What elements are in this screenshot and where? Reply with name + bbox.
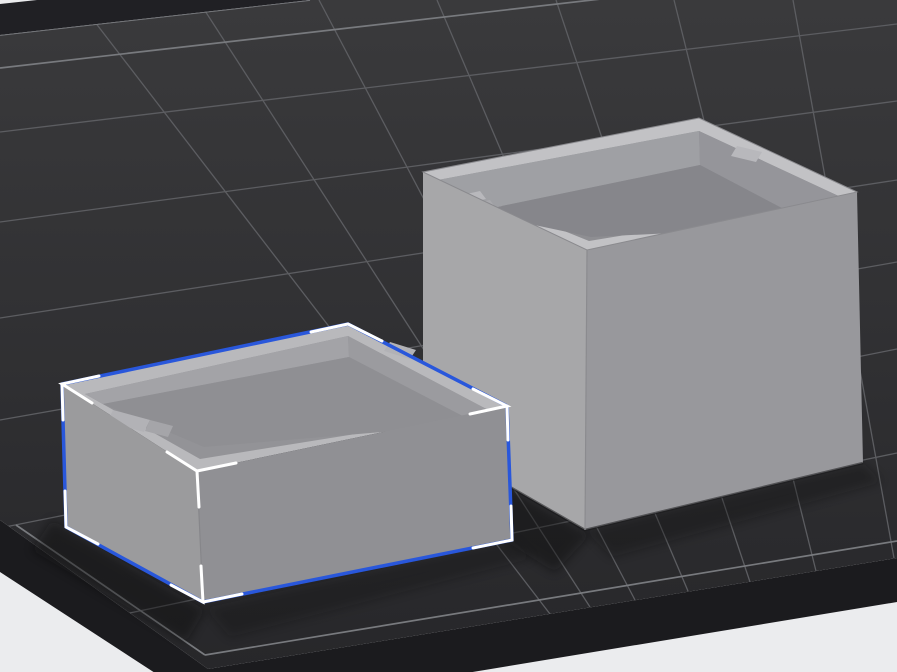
scene-canvas[interactable]: [0, 0, 897, 672]
selection-corner-front-top-v: [195, 469, 201, 509]
slicer-3d-viewport[interactable]: [0, 0, 897, 672]
selection-corner-right-top-v: [505, 404, 510, 442]
selection-corner-left-top-v: [60, 382, 65, 422]
